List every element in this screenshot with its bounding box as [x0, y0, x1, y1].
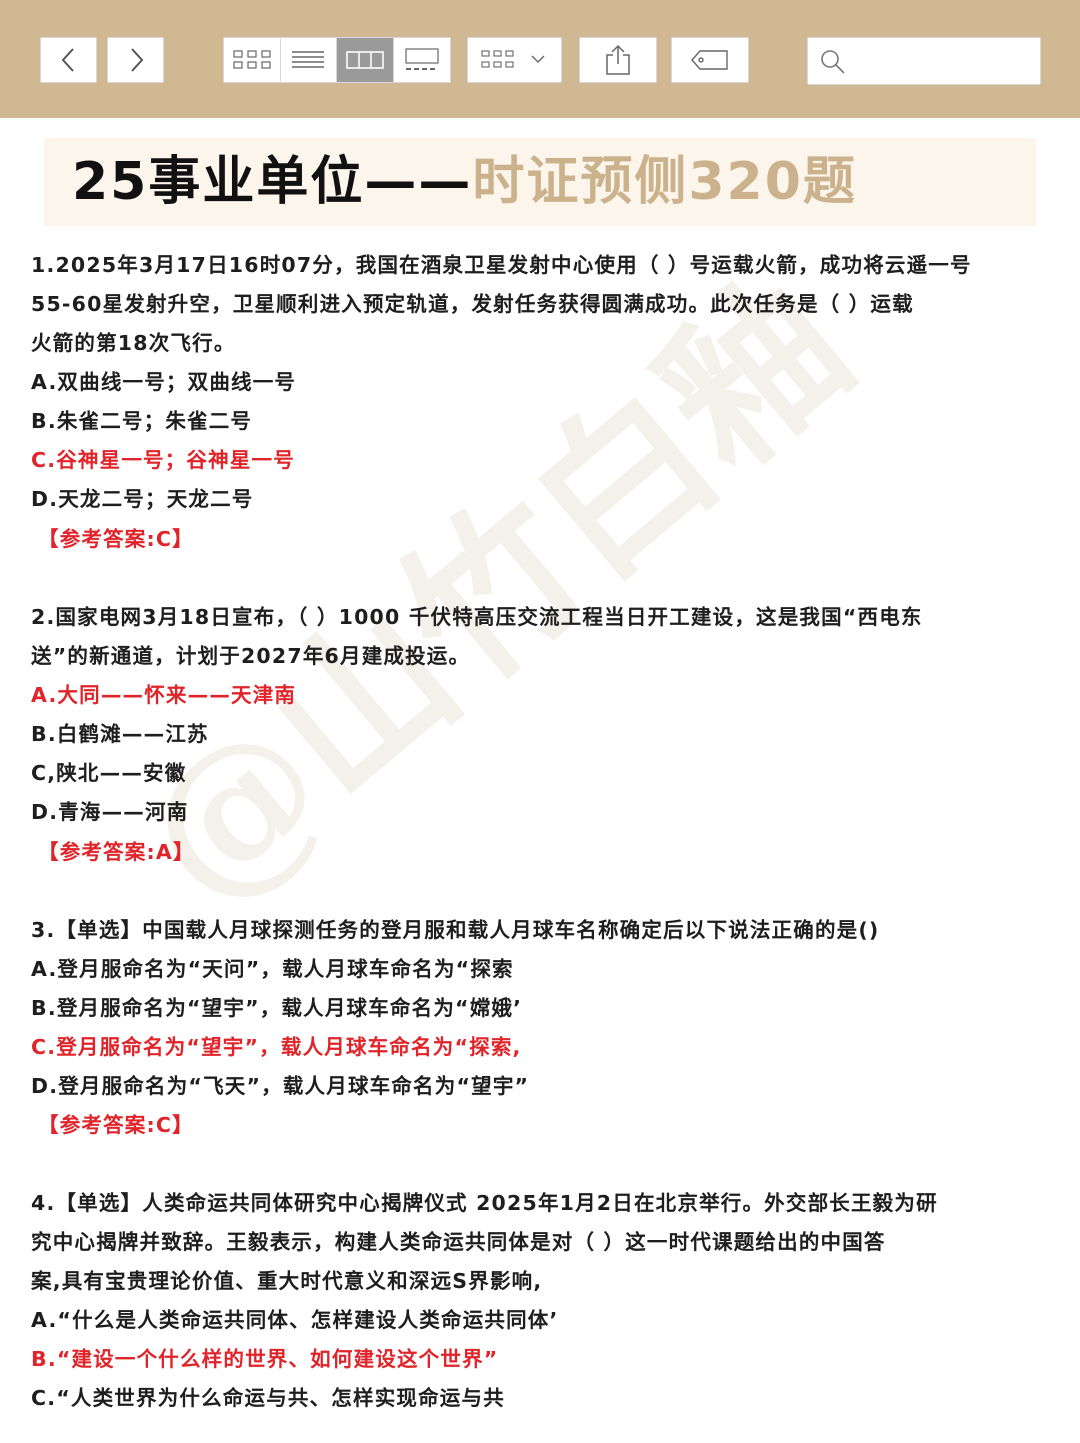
- question-4-line-2: 究中心揭牌并致辞。王毅表示，构建人类命运共同体是对（ ）这一时代课题给出的中国答: [31, 1230, 886, 1254]
- grid-view-icon: [233, 50, 271, 69]
- question-1-answer: 【参考答案:C】: [38, 527, 194, 551]
- question-3-option-b: B.登月服命名为“望宇”，载人月球车命名为“嫦娥’: [31, 996, 523, 1020]
- chevron-right-icon: [130, 48, 143, 72]
- question-3-line-1: 3.【单选】中国载人月球探测任务的登月服和载人月球车名称确定后以下说法正确的是(…: [31, 918, 880, 942]
- watermark: @山竹白釉: [104, 242, 885, 943]
- title-part-2: 时证预侧320题: [472, 152, 857, 212]
- question-4-option-a: A.“什么是人类命运共同体、怎样建设人类命运共同体’: [31, 1308, 559, 1332]
- page-title: 25事业单位——时证预侧320题: [72, 150, 857, 214]
- search-field[interactable]: [807, 37, 1041, 85]
- gallery-view-icon: [405, 48, 439, 70]
- question-1-option-c: C.谷神星一号；谷神星一号: [31, 448, 295, 472]
- question-2-line-2: 送”的新通道，计划于2027年6月建成投运。: [31, 644, 471, 668]
- question-2-option-a: A.大同——怀来——天津南: [31, 683, 297, 707]
- question-4-option-b: B.“建设一个什么样的世界、如何建设这个世界”: [31, 1347, 499, 1371]
- forward-button[interactable]: [107, 37, 164, 83]
- tag-button[interactable]: [671, 37, 749, 83]
- gallery-view-button[interactable]: [394, 38, 451, 82]
- question-1-line-3: 火箭的第18次飞行。: [31, 331, 236, 355]
- group-by-icon: [480, 50, 544, 68]
- list-view-button[interactable]: [281, 38, 337, 82]
- question-3-answer: 【参考答案:C】: [38, 1113, 194, 1137]
- question-3-option-a: A.登月服命名为“天问”，载人月球车命名为“探索: [31, 957, 514, 981]
- question-4-line-1: 4.【单选】人类命运共同体研究中心揭牌仪式 2025年1月2日在北京举行。外交部…: [31, 1191, 938, 1215]
- question-3-option-c: C.登月服命名为“望宇”，载人月球车命名为“探索,: [31, 1035, 522, 1059]
- question-1-line-2: 55-60星发射升空，卫星顺利进入预定轨道，发射任务获得圆满成功。此次任务是（ …: [31, 292, 914, 316]
- tag-icon: [691, 50, 728, 70]
- question-2-line-1: 2.国家电网3月18日宣布，（ ）1000 千伏特高压交流工程当日开工建设，这是…: [31, 605, 923, 629]
- back-button[interactable]: [40, 37, 97, 83]
- share-icon: [606, 44, 630, 75]
- question-2-option-d: D.青海——河南: [31, 800, 189, 824]
- view-mode-group: [223, 37, 451, 83]
- question-1-option-d: D.天龙二号；天龙二号: [31, 487, 254, 511]
- search-input[interactable]: [856, 46, 1035, 78]
- column-view-icon: [345, 51, 384, 69]
- toolbar: [0, 0, 1080, 118]
- grid-view-button[interactable]: [224, 38, 281, 82]
- question-3-option-d: D.登月服命名为“飞天”，载人月球车命名为“望宇”: [31, 1074, 530, 1098]
- column-view-button[interactable]: [337, 38, 394, 82]
- question-2-answer: 【参考答案:A】: [38, 840, 195, 864]
- search-icon: [821, 50, 845, 74]
- question-2-option-b: B.白鹤滩——江苏: [31, 722, 209, 746]
- question-1-option-a: A.双曲线一号；双曲线一号: [31, 370, 297, 394]
- title-part-1: 25事业单位——: [72, 152, 473, 212]
- list-view-icon: [292, 51, 325, 68]
- question-1-option-b: B.朱雀二号；朱雀二号: [31, 409, 253, 433]
- share-button[interactable]: [579, 37, 657, 83]
- question-1-line-1: 1.2025年3月17日16时07分，我国在酒泉卫星发射中心使用（ ）号运载火箭…: [31, 253, 972, 277]
- question-4-line-3: 案,具有宝贵理论价值、重大时代意义和深远S界影响,: [31, 1269, 543, 1293]
- group-by-dropdown[interactable]: [467, 37, 562, 83]
- question-4-option-c: C.“人类世界为什么命运与共、怎样实现命运与共: [31, 1386, 505, 1410]
- chevron-left-icon: [61, 48, 74, 72]
- question-2-option-c: C,陕北——安徽: [31, 761, 187, 785]
